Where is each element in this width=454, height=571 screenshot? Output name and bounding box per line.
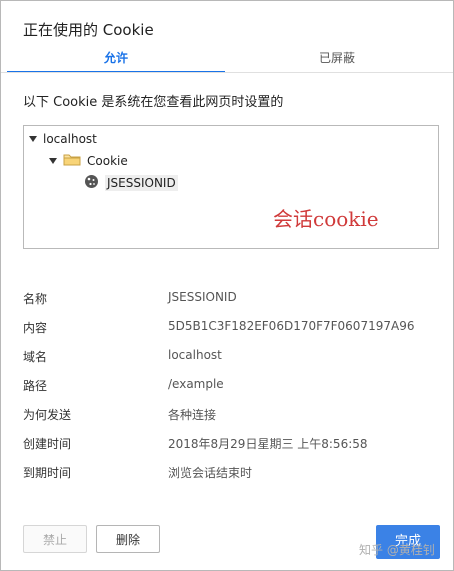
value-domain: localhost [168, 348, 222, 362]
host-label: localhost [43, 132, 97, 146]
label-expires: 到期时间 [23, 466, 72, 480]
folder-icon [63, 153, 81, 169]
tree-node-host[interactable]: localhost [29, 132, 97, 146]
tree-node-folder[interactable]: Cookie [49, 153, 128, 169]
label-created: 创建时间 [23, 437, 72, 451]
value-name: JSESSIONID [168, 290, 237, 304]
block-button[interactable]: 禁止 [23, 525, 87, 553]
watermark: 知乎 @黄桂钊 [359, 543, 435, 557]
value-send-for: 各种连接 [168, 408, 217, 422]
label-content: 内容 [23, 321, 48, 335]
expand-arrow-icon[interactable] [49, 158, 57, 164]
label-name: 名称 [23, 292, 48, 306]
cookie-item-label: JSESSIONID [105, 175, 178, 191]
value-content: 5D5B1C3F182EF06D170F7F0607197A96 [168, 319, 415, 333]
folder-label: Cookie [87, 154, 128, 168]
tab-allowed[interactable]: 允许 [7, 45, 225, 73]
delete-button[interactable]: 删除 [96, 525, 160, 553]
expand-arrow-icon[interactable] [29, 136, 37, 142]
value-created: 2018年8月29日星期三 上午8:56:58 [168, 437, 368, 451]
label-send-for: 为何发送 [23, 408, 72, 422]
description-text: 以下 Cookie 是系统在您查看此网页时设置的 [23, 95, 284, 110]
tab-blocked[interactable]: 已屏蔽 [227, 45, 447, 71]
tab-bar: 允许 已屏蔽 [7, 45, 447, 73]
label-path: 路径 [23, 379, 48, 393]
label-domain: 域名 [23, 350, 48, 364]
dialog-title: 正在使用的 Cookie [23, 21, 154, 39]
value-path: /example [168, 377, 224, 391]
cookies-dialog: 正在使用的 Cookie 允许 已屏蔽 以下 Cookie 是系统在您查看此网页… [0, 0, 454, 571]
cookie-icon [84, 174, 99, 192]
tab-divider [1, 72, 453, 73]
annotation-text: 会话cookie [273, 207, 379, 231]
tree-node-cookie[interactable]: JSESSIONID [84, 174, 178, 192]
value-expires: 浏览会话结束时 [168, 466, 253, 480]
